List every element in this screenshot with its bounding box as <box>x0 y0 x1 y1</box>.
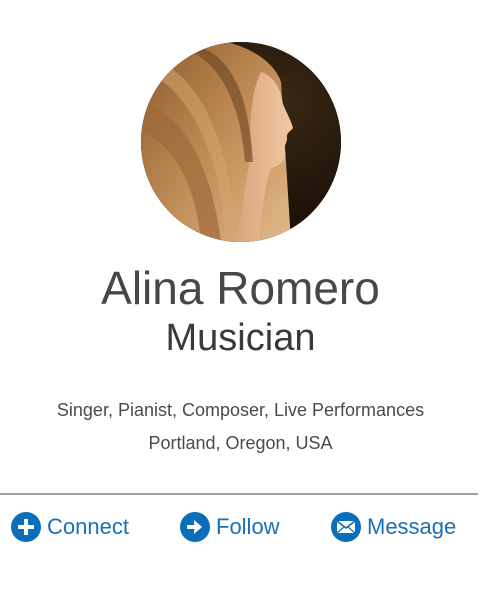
profile-location: Portland, Oregon, USA <box>148 433 333 453</box>
follow-button[interactable]: Follow <box>180 510 280 544</box>
arrow-right-icon <box>180 512 210 542</box>
message-label: Message <box>367 514 457 539</box>
envelope-icon <box>331 512 361 542</box>
profile-name: Alina Romero <box>101 262 380 314</box>
follow-label: Follow <box>216 514 280 539</box>
profile-title: Musician <box>165 317 316 359</box>
connect-label: Connect <box>47 514 129 539</box>
plus-icon <box>11 512 41 542</box>
profile-skills: Singer, Pianist, Composer, Live Performa… <box>56 400 425 420</box>
connect-button[interactable]: Connect <box>11 510 129 544</box>
avatar-photo <box>141 42 341 242</box>
profile-avatar <box>141 42 341 242</box>
divider <box>0 493 478 495</box>
message-button[interactable]: Message <box>331 510 456 544</box>
action-bar: Connect Follow Message <box>0 510 481 546</box>
